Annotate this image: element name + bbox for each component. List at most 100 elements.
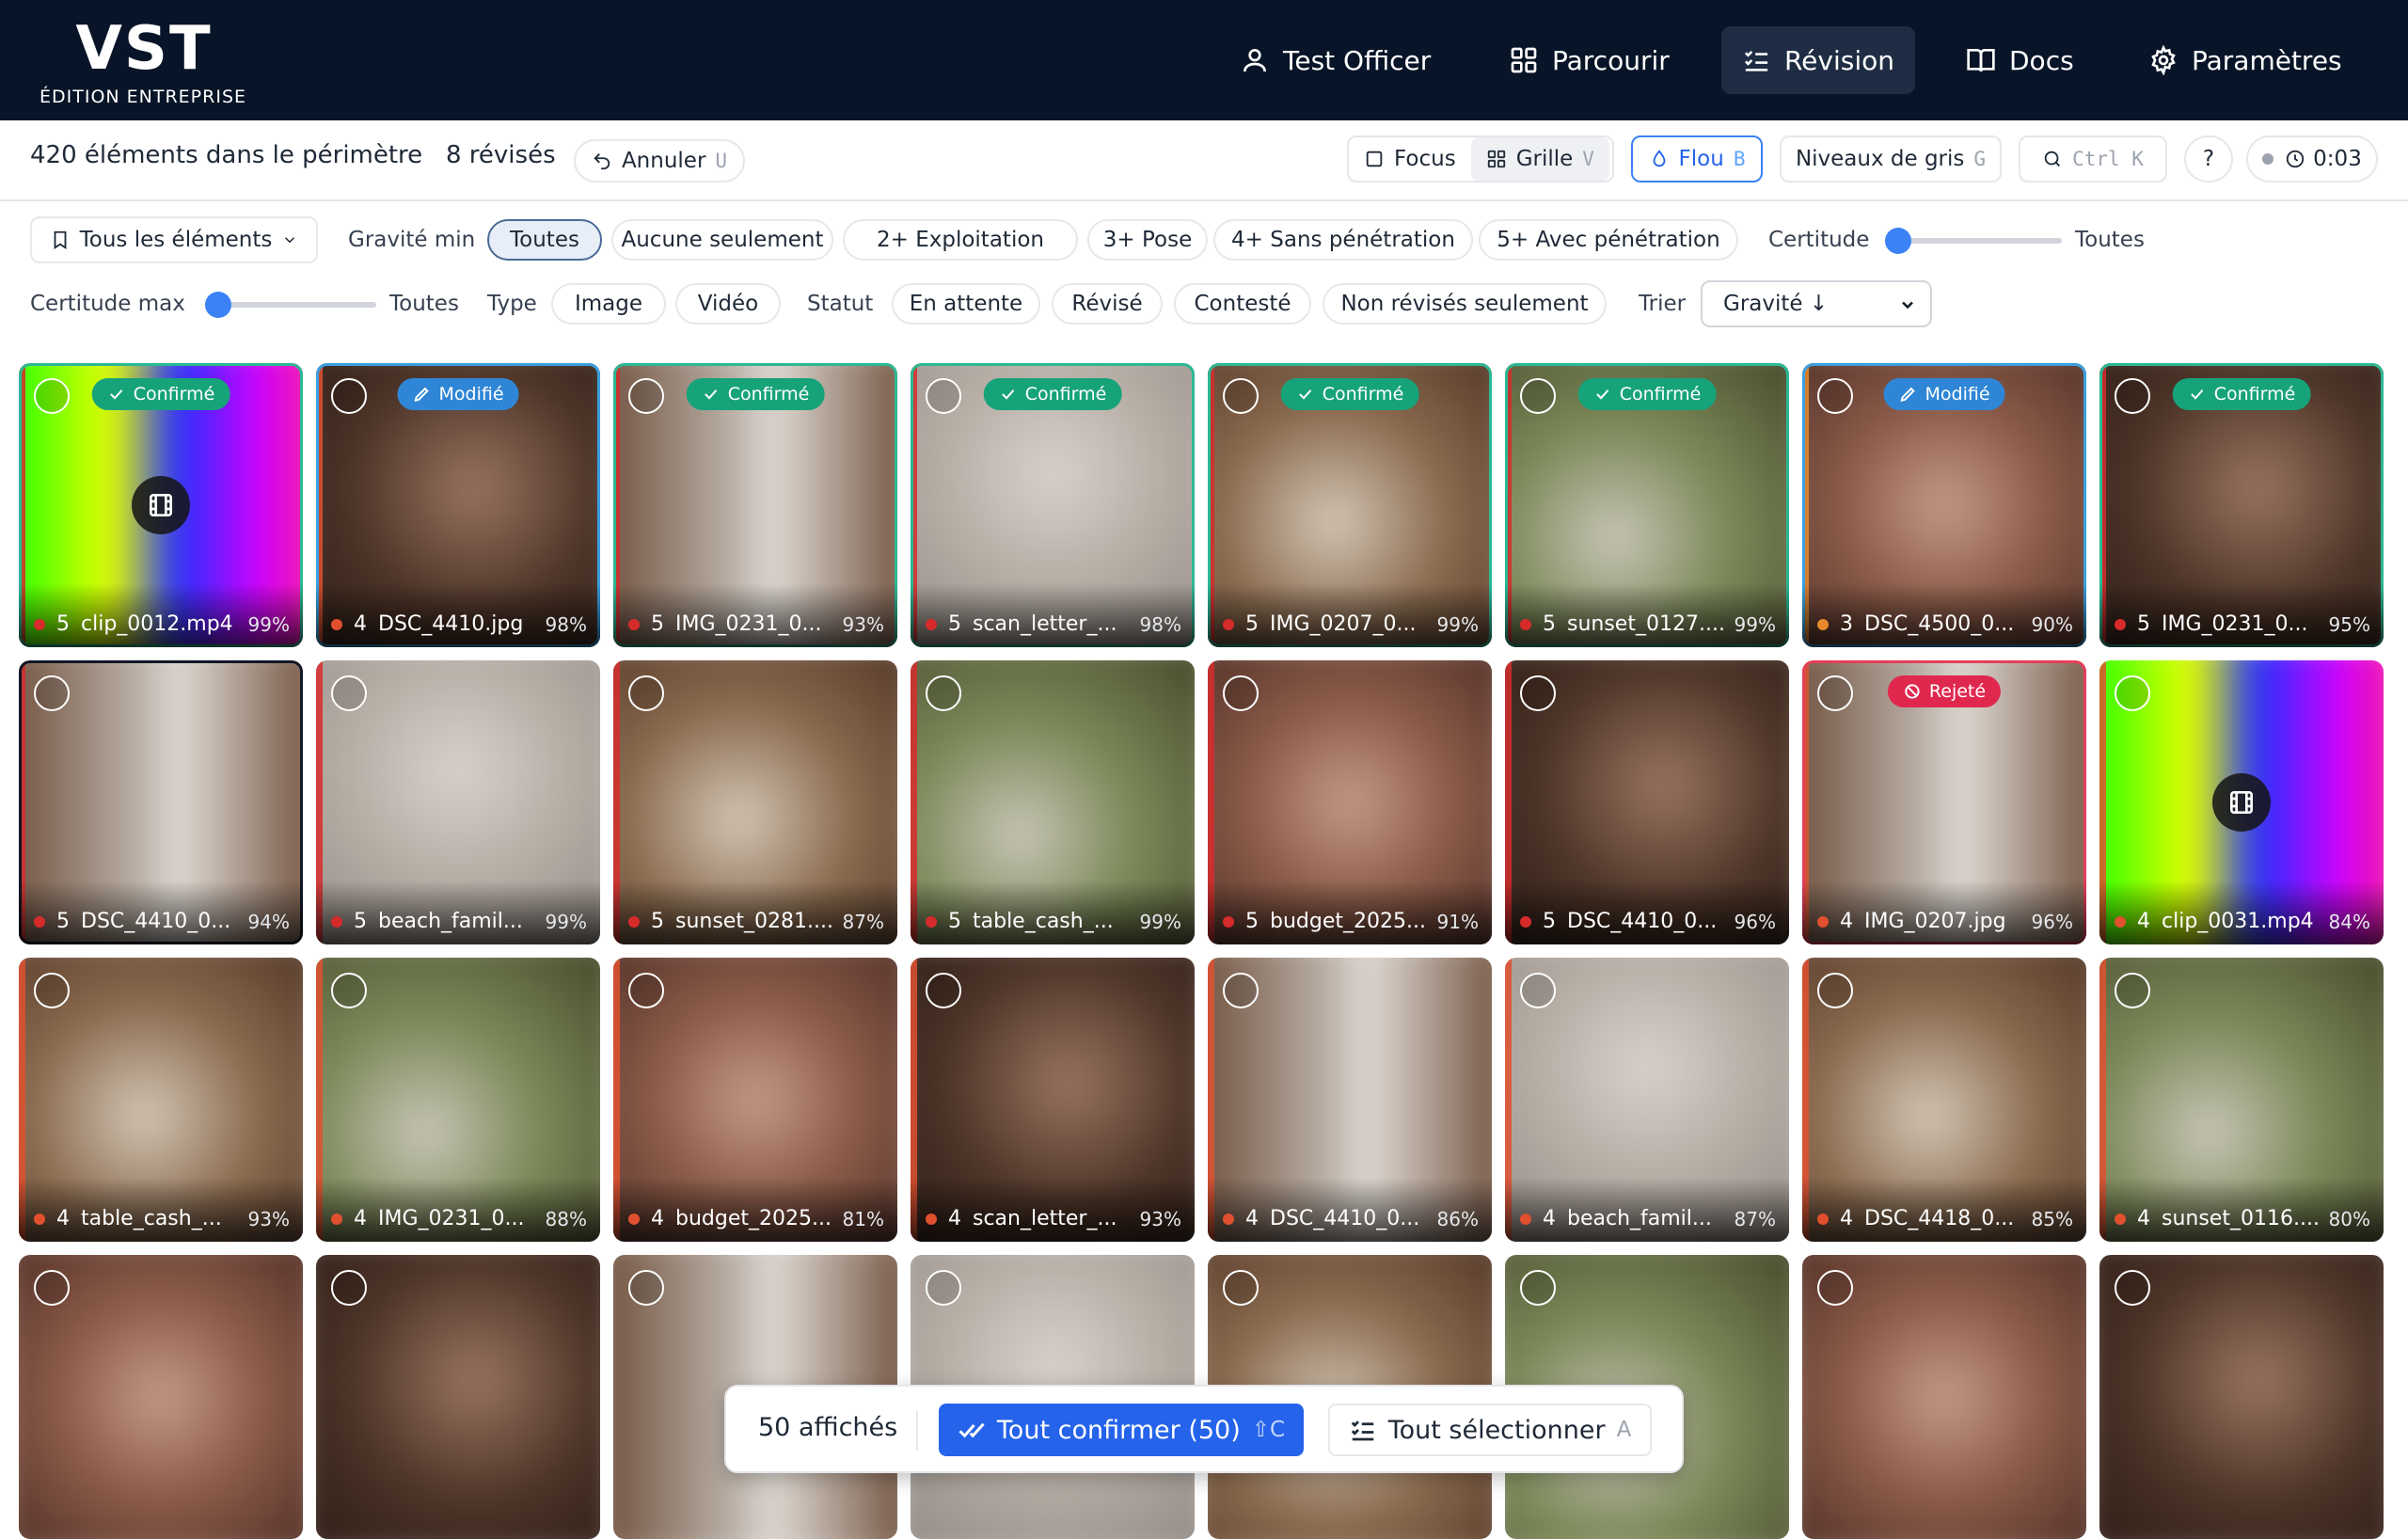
status-chip-en-attente[interactable]: En attente [892,283,1040,325]
grid-card[interactable]: Rejeté 4 IMG_0207.jpg 96% [1802,660,2086,944]
grid-card[interactable] [1802,1255,2086,1539]
select-checkbox[interactable] [331,675,367,711]
grid-card[interactable]: 5 beach_famil... 99% [316,660,600,944]
status-chip-non-revises[interactable]: Non révisés seulement [1323,283,1607,325]
select-checkbox[interactable] [1520,675,1556,711]
gravity-chip-4plus[interactable]: 4+ Sans pénétration [1213,219,1473,261]
grid-view-button[interactable]: Grille V [1470,137,1609,181]
select-checkbox[interactable] [628,1270,664,1306]
grid-card[interactable] [316,1255,600,1539]
select-all-button[interactable]: Tout sélectionner A [1328,1404,1652,1456]
grid-card[interactable] [2099,1255,2384,1539]
reviewed-count: 8 révisés [446,141,556,169]
select-checkbox[interactable] [331,973,367,1008]
grid-card[interactable]: 4 budget_2025... 81% [613,958,897,1242]
grid-card[interactable]: 5 table_cash_... 99% [911,660,1195,944]
confirm-all-button[interactable]: Tout confirmer (50) ⇧C [939,1404,1304,1456]
gravity-chip-toutes[interactable]: Toutes [487,219,602,261]
view-mode-toggle: Focus Grille V [1347,135,1614,182]
grid-card[interactable]: Confirmé 5 IMG_0231_0... 93% [613,363,897,647]
select-checkbox[interactable] [1817,675,1853,711]
gravity-chip-2plus[interactable]: 2+ Exploitation [843,219,1078,261]
gravity-chip-5plus[interactable]: 5+ Avec pénétration [1479,219,1738,261]
select-checkbox[interactable] [628,378,664,414]
certainty-max-slider-thumb[interactable] [205,292,231,318]
search-icon [2044,151,2061,167]
grid-card[interactable]: Confirmé 5 IMG_0231_0... 95% [2099,363,2384,647]
certainty-slider-thumb[interactable] [1885,228,1911,254]
grid-card[interactable]: 4 IMG_0231_0... 88% [316,958,600,1242]
grid-card[interactable] [19,1255,303,1539]
status-chip-revise[interactable]: Révisé [1052,283,1163,325]
nav-item-revision[interactable]: Révision [1721,26,1915,94]
scope-dropdown[interactable]: Tous les éléments [30,216,318,263]
grayscale-toggle-button[interactable]: Niveaux de gris G [1780,135,2002,182]
select-checkbox[interactable] [1817,1270,1853,1306]
select-checkbox[interactable] [331,1270,367,1306]
grid-card[interactable]: 4 scan_letter_... 93% [911,958,1195,1242]
select-checkbox[interactable] [1520,1270,1556,1306]
select-checkbox[interactable] [2115,1270,2150,1306]
select-checkbox[interactable] [1817,973,1853,1008]
select-checkbox[interactable] [926,378,961,414]
select-checkbox[interactable] [2115,378,2150,414]
severity-level: 4 [948,1207,961,1230]
status-chip-conteste[interactable]: Contesté [1174,283,1311,325]
severity-level: 4 [354,612,367,636]
select-checkbox[interactable] [1817,378,1853,414]
help-button[interactable]: ? [2184,135,2233,182]
select-checkbox[interactable] [34,378,70,414]
select-checkbox[interactable] [2115,675,2150,711]
type-chip-image[interactable]: Image [551,283,666,325]
type-chip-video[interactable]: Vidéo [675,283,781,325]
select-checkbox[interactable] [628,973,664,1008]
nav-item-test-officer[interactable]: Test Officer [1219,26,1451,94]
grid-card[interactable]: Confirmé 5 scan_letter_... 98% [911,363,1195,647]
grid-card[interactable]: 4 table_cash_... 93% [19,958,303,1242]
grid-card[interactable]: Confirmé 5 IMG_0207_0... 99% [1208,363,1492,647]
focus-view-button[interactable]: Focus [1349,137,1471,181]
select-checkbox[interactable] [926,675,961,711]
select-checkbox[interactable] [2115,973,2150,1008]
select-checkbox[interactable] [1520,378,1556,414]
gravity-chip-3plus[interactable]: 3+ Pose [1087,219,1208,261]
gravity-chip-aucune[interactable]: Aucune seulement [611,219,833,261]
select-checkbox[interactable] [34,1270,70,1306]
grid-card[interactable]: 5 DSC_4410_0... 94% [19,660,303,944]
select-checkbox[interactable] [628,675,664,711]
search-button[interactable]: Ctrl K [2019,135,2167,182]
grid-card[interactable]: 5 DSC_4410_0... 96% [1505,660,1789,944]
grid-card[interactable]: 4 DSC_4410_0... 86% [1208,958,1492,1242]
grid-card[interactable]: 4 sunset_0116.... 80% [2099,958,2384,1242]
select-checkbox[interactable] [34,675,70,711]
select-checkbox[interactable] [926,973,961,1008]
grid-card[interactable]: Confirmé 5 clip_0012.mp4 99% [19,363,303,647]
undo-button[interactable]: Annuler U [574,139,745,182]
grid-card[interactable]: 4 beach_famil... 87% [1505,958,1789,1242]
select-checkbox[interactable] [34,973,70,1008]
select-checkbox[interactable] [926,1270,961,1306]
select-checkbox[interactable] [1520,973,1556,1008]
sort-select[interactable]: Gravité ↓ [1701,280,1932,327]
nav-item-parametres[interactable]: Paramètres [2128,26,2363,94]
grid-card[interactable]: 5 budget_2025... 91% [1208,660,1492,944]
grid-card[interactable]: Modifié 3 DSC_4500_0... 90% [1802,363,2086,647]
certainty-max-slider[interactable] [205,292,376,318]
grid-card[interactable]: 4 clip_0031.mp4 84% [2099,660,2384,944]
card-info: 4 clip_0031.mp4 84% [2099,881,2384,944]
grid-card[interactable]: Modifié 4 DSC_4410.jpg 98% [316,363,600,647]
select-checkbox[interactable] [1223,973,1259,1008]
select-checkbox[interactable] [1223,378,1259,414]
grid-card[interactable]: Confirmé 5 sunset_0127.... 99% [1505,363,1789,647]
nav-item-parcourir[interactable]: Parcourir [1488,26,1690,94]
select-checkbox[interactable] [331,378,367,414]
select-checkbox[interactable] [1223,675,1259,711]
certainty-max-label: Certitude max [30,292,185,316]
grid-card[interactable]: 5 sunset_0281.... 87% [613,660,897,944]
blur-toggle-button[interactable]: Flou B [1631,135,1763,182]
grid-card[interactable]: 4 DSC_4418_0... 85% [1802,958,2086,1242]
app-logo[interactable]: VST ÉDITION ENTREPRISE [40,17,246,107]
select-checkbox[interactable] [1223,1270,1259,1306]
certainty-slider[interactable] [1885,228,2062,254]
nav-item-docs[interactable]: Docs [1945,26,2095,94]
